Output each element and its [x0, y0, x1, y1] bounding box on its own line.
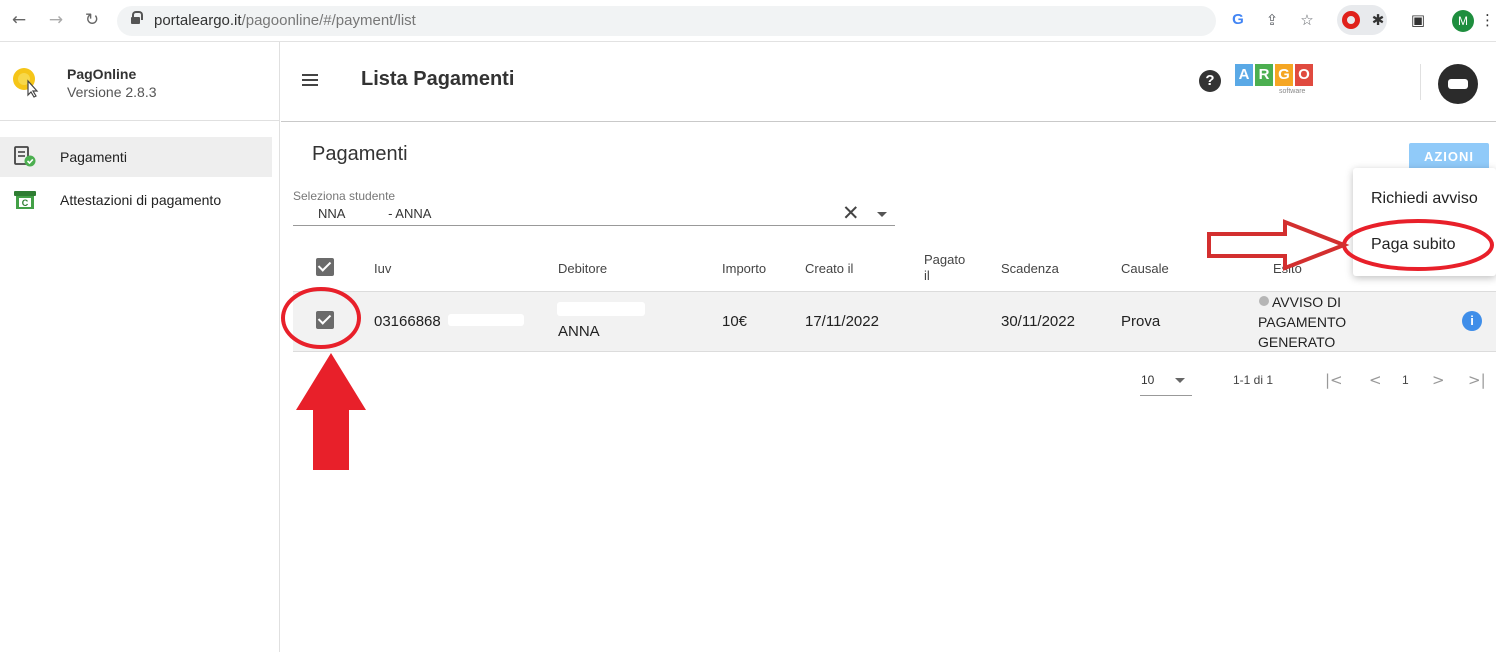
forward-icon[interactable]: → [45, 9, 67, 31]
share-icon[interactable]: ⇪ [1262, 9, 1282, 31]
redaction-mark [448, 314, 524, 326]
page-size-underline [1140, 395, 1192, 396]
app-version: Versione 2.8.3 [67, 84, 157, 100]
sidebar: PagOnline Versione 2.8.3 Pagamenti C Att… [0, 42, 280, 652]
pagination-range: 1-1 di 1 [1233, 373, 1274, 387]
header-separator [1420, 64, 1421, 100]
hamburger-menu-icon[interactable] [302, 74, 318, 86]
student-select-label: Seleziona studente [293, 189, 396, 203]
bookmark-star-icon[interactable]: ☆ [1297, 9, 1317, 31]
sidebar-item-label: Pagamenti [60, 149, 127, 165]
section-title: Pagamenti [312, 143, 408, 165]
cell-scadenza: 30/11/2022 [1001, 313, 1075, 330]
receipt-check-icon [14, 146, 36, 167]
previous-page-icon[interactable]: < [1369, 371, 1382, 389]
sidebar-item-label: Attestazioni di pagamento [60, 192, 222, 208]
cell-esito: AVVISO DI PAGAMENTO GENERATO [1258, 292, 1388, 352]
argo-logo-letter: G [1275, 64, 1293, 86]
app-name: PagOnline [67, 66, 137, 82]
menu-item-paga-subito[interactable]: Paga subito [1371, 236, 1456, 254]
column-header-causale[interactable]: Causale [1121, 261, 1169, 276]
annotation-up-arrow [296, 353, 366, 470]
redaction-mark [557, 302, 645, 316]
argo-logo-letter: R [1255, 64, 1273, 86]
app-header: Lista Pagamenti ? A R G O software [281, 42, 1496, 122]
lock-icon [131, 11, 143, 27]
browser-toolbar: ← → ↻ portaleargo.it/pagoonline/#/paymen… [0, 0, 1496, 42]
cell-causale: Prova [1121, 313, 1161, 330]
column-header-pagato-il[interactable]: Pagato il [924, 252, 968, 284]
actions-menu: Richiedi avviso Paga subito [1353, 168, 1496, 276]
pagonline-logo-icon [13, 68, 39, 98]
page-size-select[interactable]: 10 [1141, 373, 1154, 387]
cell-importo: 10€ [722, 313, 748, 330]
sidebar-divider [0, 120, 279, 121]
esito-line: PAGAMENTO [1258, 314, 1347, 330]
column-header-creato-il[interactable]: Creato il [805, 261, 853, 276]
student-select-underline [293, 225, 895, 226]
extensions-puzzle-icon[interactable]: ✱ [1369, 9, 1387, 31]
column-header-esito[interactable]: Esito [1273, 261, 1302, 276]
opera-extension-icon[interactable] [1342, 11, 1360, 29]
student-select-value[interactable]: NNA - ANNA [318, 206, 431, 221]
side-panel-icon[interactable]: ▣ [1408, 9, 1428, 31]
azioni-button[interactable]: AZIONI [1409, 143, 1489, 170]
argo-logo-letter: O [1295, 64, 1313, 86]
address-bar[interactable]: portaleargo.it/pagoonline/#/payment/list [117, 6, 1216, 36]
sidebar-item-attestazioni[interactable]: C Attestazioni di pagamento [0, 180, 272, 220]
back-icon[interactable]: ← [8, 9, 30, 31]
user-avatar[interactable] [1438, 64, 1478, 104]
page-title: Lista Pagamenti [361, 68, 515, 90]
clear-selection-icon[interactable]: ✕ [842, 203, 860, 224]
last-page-icon[interactable]: >| [1468, 371, 1486, 389]
help-icon[interactable]: ? [1199, 70, 1221, 92]
chevron-down-icon[interactable] [1175, 378, 1185, 383]
argo-logo-subtext: software [1279, 88, 1306, 95]
select-all-checkbox[interactable] [316, 258, 334, 276]
cell-creato-il: 17/11/2022 [805, 313, 879, 330]
column-header-debitore[interactable]: Debitore [558, 261, 607, 276]
column-header-scadenza[interactable]: Scadenza [1001, 261, 1059, 276]
esito-line: GENERATO [1258, 334, 1336, 350]
next-page-icon[interactable]: > [1432, 371, 1445, 389]
cell-iuv: 03166868 [374, 313, 441, 330]
google-icon[interactable]: G [1228, 9, 1248, 31]
current-page-number: 1 [1402, 373, 1409, 387]
column-header-importo[interactable]: Importo [722, 261, 766, 276]
row-select-checkbox[interactable] [316, 311, 334, 329]
menu-item-richiedi-avviso[interactable]: Richiedi avviso [1371, 190, 1478, 208]
cell-debitore: ANNA [558, 323, 600, 340]
argo-logo: A R G O software [1235, 64, 1315, 98]
svg-text:C: C [22, 198, 29, 208]
first-page-icon[interactable]: |< [1325, 371, 1343, 389]
certificate-icon: C [14, 191, 36, 209]
argo-logo-letter: A [1235, 64, 1253, 86]
address-url[interactable]: portaleargo.it/pagoonline/#/payment/list [154, 12, 416, 29]
reload-icon[interactable]: ↻ [81, 9, 103, 31]
esito-line: AVVISO DI [1272, 294, 1341, 310]
chevron-down-icon[interactable] [877, 212, 887, 217]
info-icon[interactable]: i [1462, 311, 1482, 331]
sidebar-item-pagamenti[interactable]: Pagamenti [0, 137, 272, 177]
browser-menu-icon[interactable]: ⋮ [1480, 9, 1495, 31]
column-header-iuv[interactable]: Iuv [374, 261, 391, 276]
url-path: /pagoonline/#/payment/list [241, 12, 416, 29]
url-domain: portaleargo.it [154, 12, 242, 29]
profile-avatar[interactable]: M [1452, 10, 1474, 32]
